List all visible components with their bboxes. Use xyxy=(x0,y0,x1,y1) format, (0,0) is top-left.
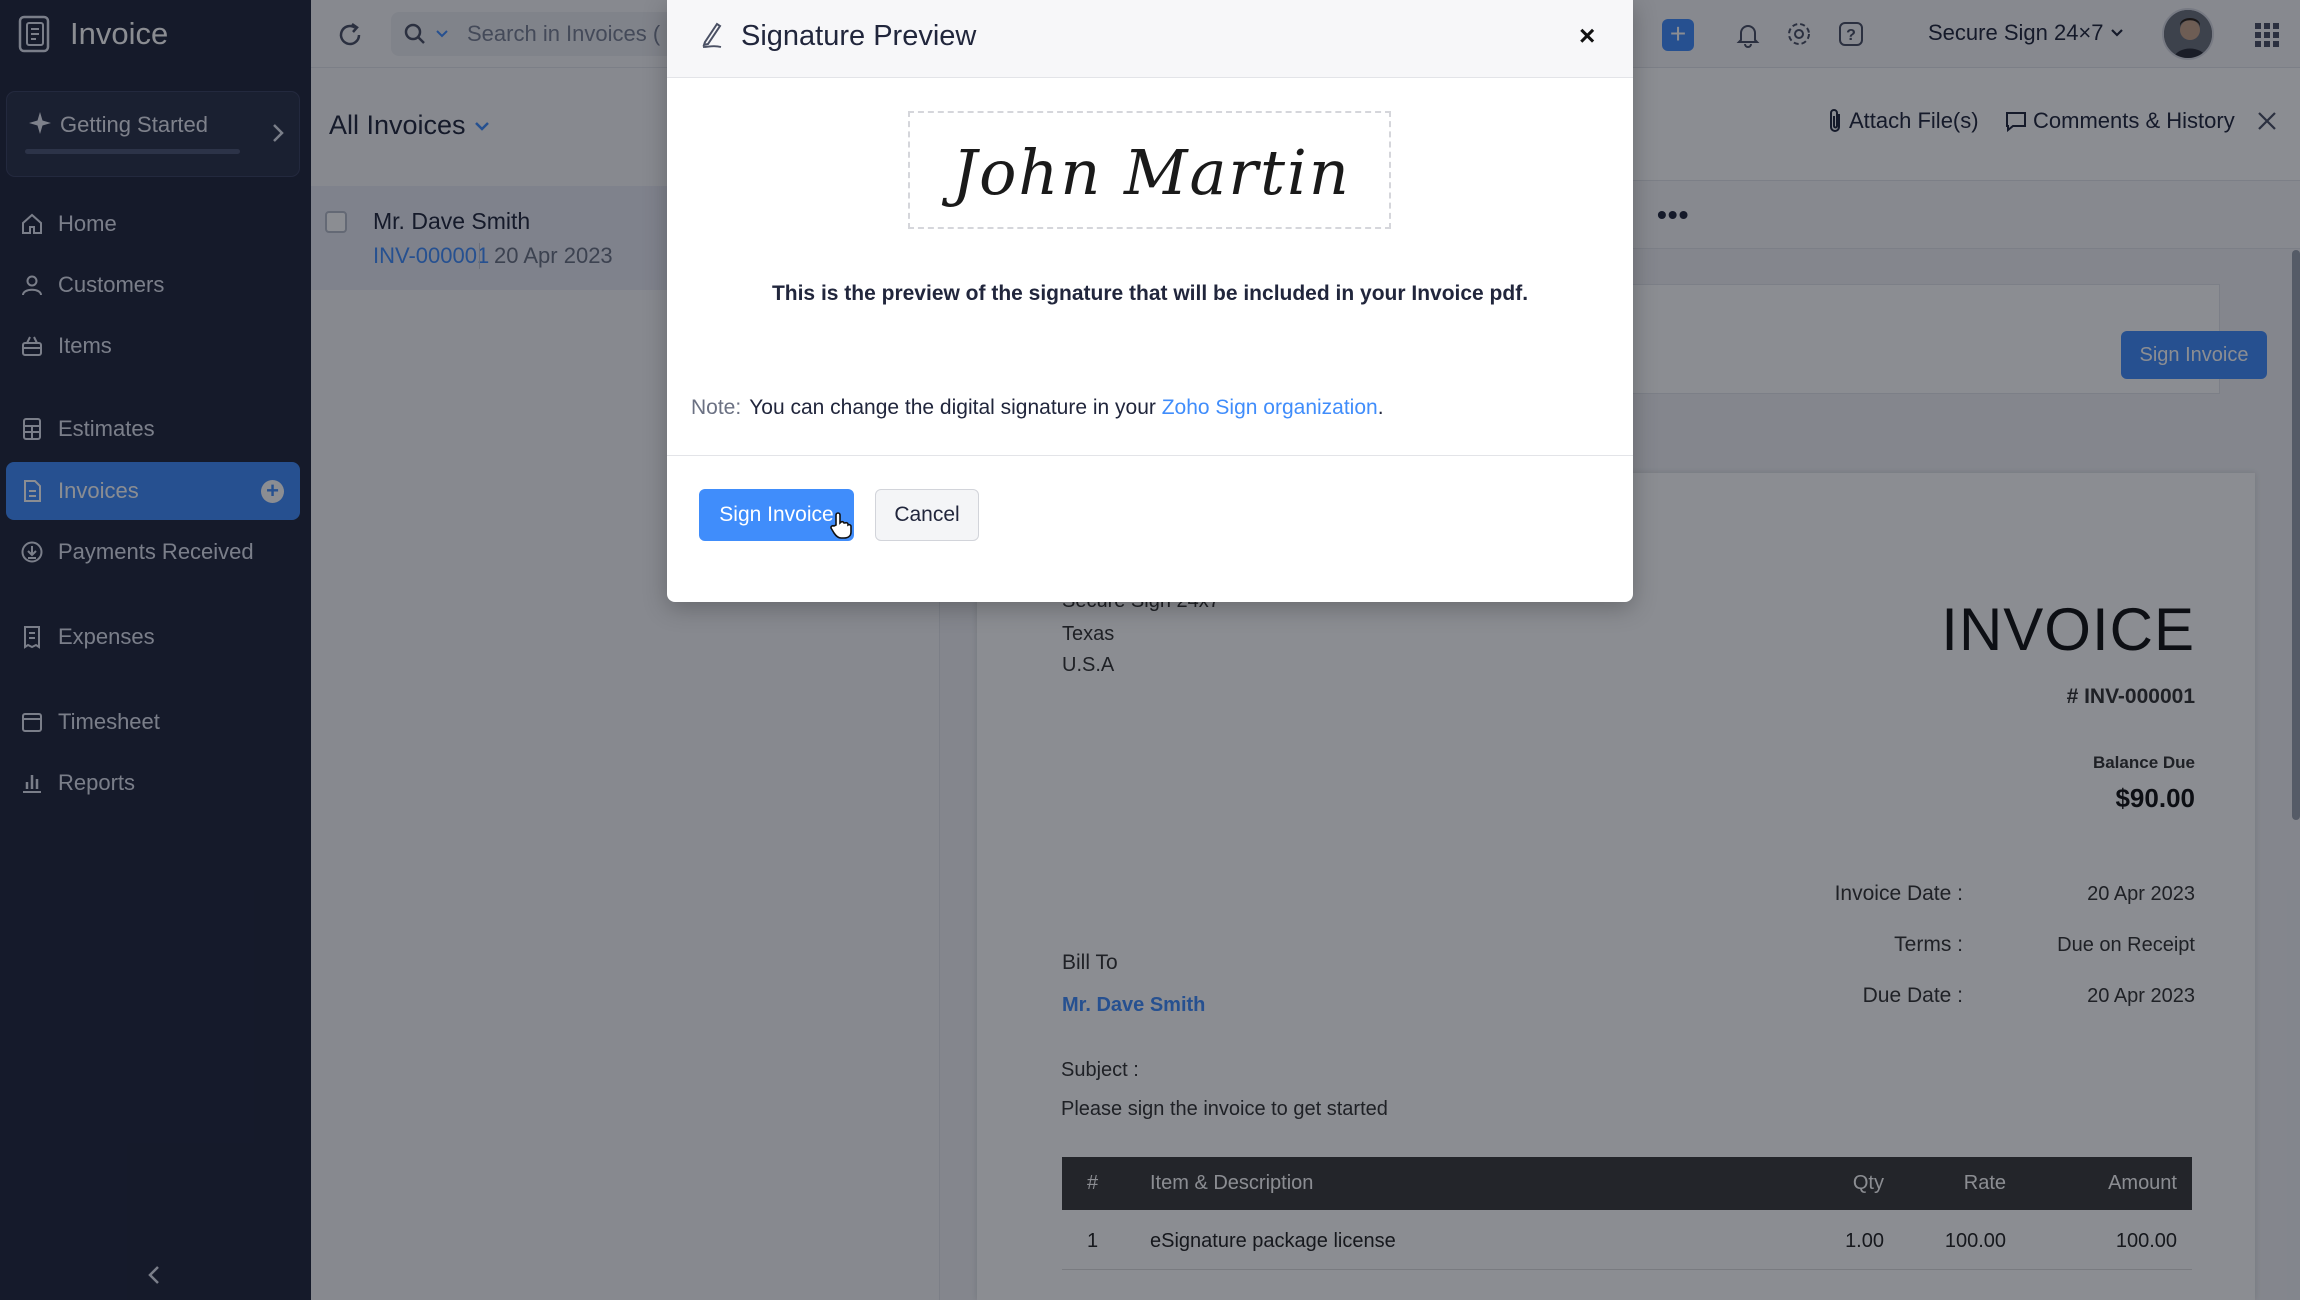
hand-cursor-icon xyxy=(829,512,853,540)
preview-description: This is the preview of the signature tha… xyxy=(771,282,1529,305)
note-text: You can change the digital signature in … xyxy=(749,396,1162,419)
note: Note: You can change the digital signatur… xyxy=(691,396,1384,420)
note-end: . xyxy=(1377,396,1384,419)
zoho-sign-organization-link[interactable]: Zoho Sign organization xyxy=(1162,396,1378,419)
dialog-divider xyxy=(667,455,1633,456)
signature-preview-box: John Martin xyxy=(908,111,1391,229)
note-label: Note: xyxy=(691,396,742,419)
dialog-header: Signature Preview × xyxy=(667,0,1633,78)
sign-invoice-button[interactable]: Sign Invoice xyxy=(699,489,854,541)
cancel-button[interactable]: Cancel xyxy=(875,489,979,541)
dialog-title: Signature Preview xyxy=(741,20,977,52)
pen-signature-icon xyxy=(697,20,727,50)
signature-preview-dialog: Signature Preview × John Martin This is … xyxy=(667,0,1633,602)
close-dialog-button[interactable]: × xyxy=(1579,20,1595,52)
signature-image: John Martin xyxy=(952,135,1351,209)
sign-invoice-label: Sign Invoice xyxy=(719,503,834,526)
